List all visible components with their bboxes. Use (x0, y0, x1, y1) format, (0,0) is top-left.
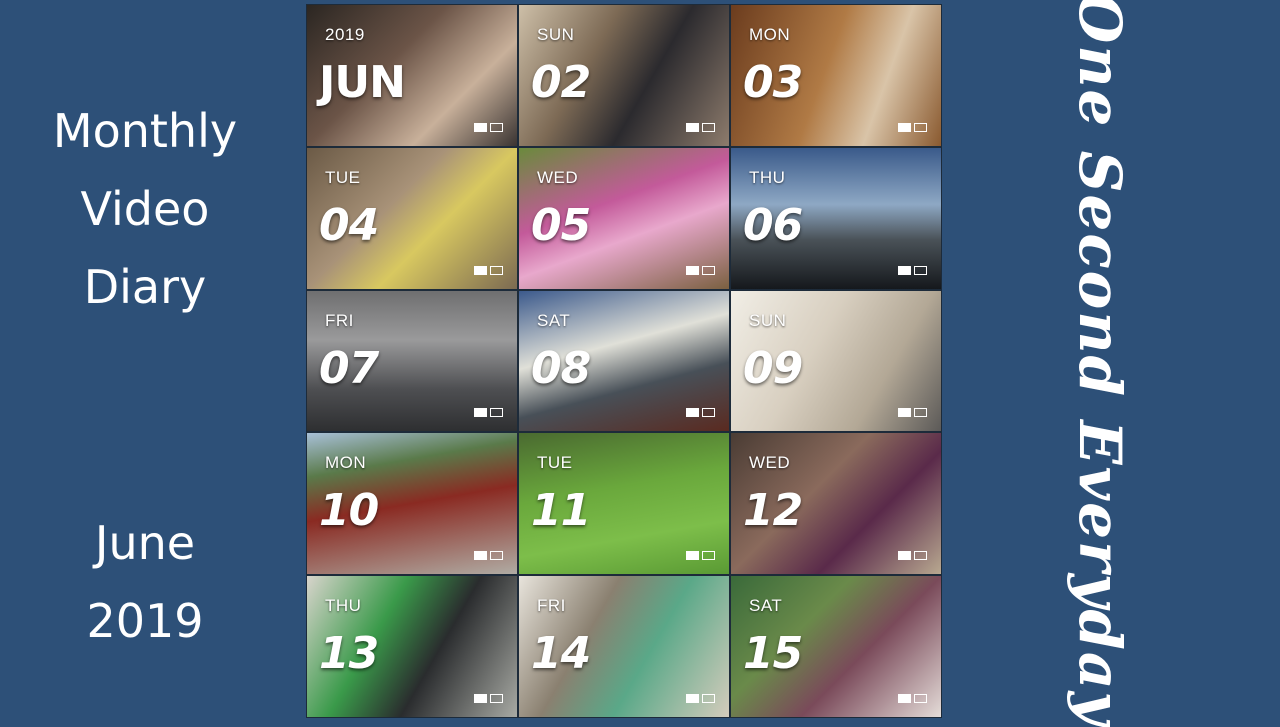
tile-weekday: SUN (537, 25, 575, 44)
view-toggle-icon[interactable] (474, 694, 503, 703)
tile-date: 13 (319, 628, 379, 680)
view-toggle-icon[interactable] (474, 265, 503, 275)
tile-day-05[interactable]: WED 05 (519, 147, 729, 289)
calendar-video-grid: 2019 JUN SUN 02 MON 03 TUE 04 WED 05 THU… (306, 4, 942, 718)
video-diary-title: Monthly Video Diary (40, 92, 250, 326)
tile-year: 2019 (325, 25, 365, 44)
view-toggle-icon[interactable] (686, 551, 715, 561)
view-toggle-icon[interactable] (898, 265, 927, 275)
tile-date: 15 (743, 628, 803, 680)
view-toggle-icon[interactable] (686, 122, 715, 132)
tile-day-14[interactable]: FRI 14 (519, 576, 729, 717)
view-toggle-icon[interactable] (474, 122, 503, 132)
tile-weekday: SAT (749, 596, 783, 616)
title-line-2: Video (80, 182, 210, 236)
tile-weekday: TUE (537, 453, 573, 473)
tile-date: 12 (743, 485, 803, 537)
tile-month-header[interactable]: 2019 JUN (307, 5, 517, 146)
tile-day-11[interactable]: TUE 11 (519, 433, 729, 575)
view-toggle-icon[interactable] (686, 408, 715, 418)
tile-day-02[interactable]: SUN 02 (519, 5, 729, 146)
month-label: June (94, 516, 196, 570)
month-year-label: June 2019 (40, 504, 250, 660)
tile-weekday: THU (749, 167, 786, 187)
view-toggle-icon[interactable] (686, 694, 715, 703)
tile-date: 09 (743, 342, 803, 394)
tile-date: 10 (319, 485, 379, 537)
tile-weekday: THU (325, 596, 362, 616)
view-toggle-icon[interactable] (474, 408, 503, 418)
tile-weekday: SAT (537, 310, 571, 330)
tile-day-10[interactable]: MON 10 (307, 433, 517, 575)
view-toggle-icon[interactable] (686, 265, 715, 275)
tile-day-09[interactable]: SUN 09 (731, 290, 941, 432)
tile-date: 02 (531, 57, 591, 108)
tile-day-07[interactable]: FRI 07 (307, 290, 517, 432)
view-toggle-icon[interactable] (898, 551, 927, 561)
tile-date: 14 (531, 628, 591, 680)
tile-date: 05 (531, 199, 591, 251)
tile-weekday: FRI (537, 596, 566, 616)
tile-weekday: WED (749, 453, 791, 473)
tile-day-15[interactable]: SAT 15 (731, 576, 941, 717)
tile-date: 11 (531, 485, 591, 537)
year-label: 2019 (86, 594, 204, 648)
tile-day-06[interactable]: THU 06 (731, 147, 941, 289)
tile-weekday: MON (749, 25, 791, 44)
tile-day-04[interactable]: TUE 04 (307, 147, 517, 289)
title-line-3: Diary (83, 260, 207, 314)
tile-date: 03 (743, 57, 803, 108)
tile-date: 08 (531, 342, 591, 394)
view-toggle-icon[interactable] (474, 551, 503, 561)
view-toggle-icon[interactable] (898, 694, 927, 703)
tile-day-08[interactable]: SAT 08 (519, 290, 729, 432)
view-toggle-icon[interactable] (898, 122, 927, 132)
tile-date: 07 (319, 342, 379, 394)
tile-day-13[interactable]: THU 13 (307, 576, 517, 717)
one-second-everyday-label: One Second Everyday (1066, 0, 1134, 727)
tile-weekday: TUE (325, 167, 361, 187)
tile-weekday: FRI (325, 310, 354, 330)
tile-weekday: SUN (749, 310, 787, 330)
tile-date: 06 (743, 199, 803, 251)
tile-month: JUN (319, 57, 406, 108)
tile-weekday: WED (537, 167, 579, 187)
tile-day-03[interactable]: MON 03 (731, 5, 941, 146)
tile-weekday: MON (325, 453, 367, 473)
tile-day-12[interactable]: WED 12 (731, 433, 941, 575)
title-line-1: Monthly (52, 104, 238, 158)
view-toggle-icon[interactable] (898, 408, 927, 418)
tile-date: 04 (319, 199, 379, 251)
